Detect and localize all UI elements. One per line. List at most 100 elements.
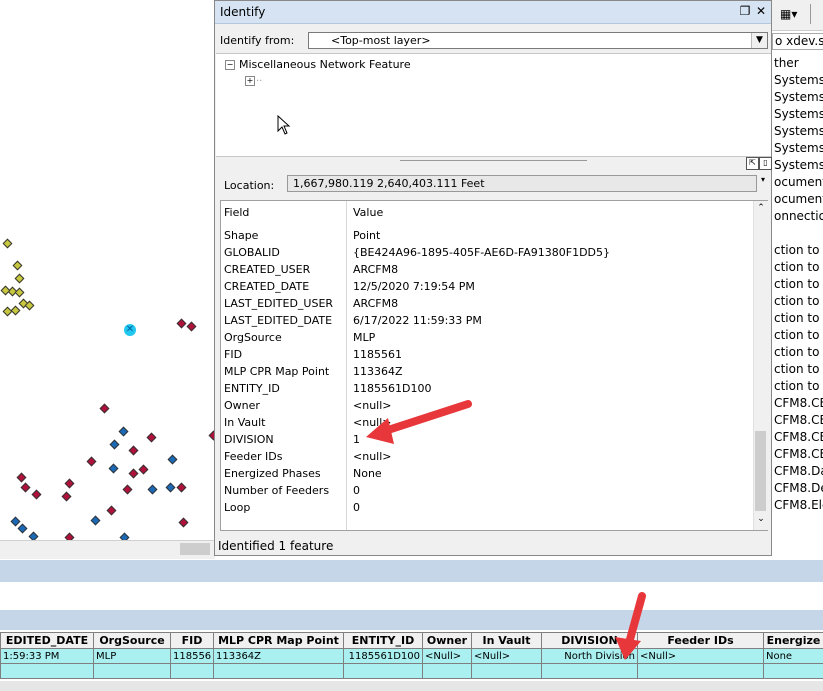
catalog-list-item[interactable]: CFM8.Dan [774, 464, 823, 478]
map-feature-marker[interactable] [165, 482, 176, 493]
table-cell[interactable]: <Null> [637, 648, 764, 664]
grid-row[interactable]: LAST_EDITED_DATE 6/17/2022 11:59:33 PM [221, 312, 751, 329]
table-cell[interactable]: North Division [541, 648, 638, 664]
grid-row[interactable]: CREATED_DATE 12/5/2020 7:19:54 PM [221, 278, 751, 295]
table-column-header[interactable]: Owner [422, 632, 472, 649]
map-feature-marker[interactable] [178, 517, 189, 528]
catalog-list-item[interactable]: CFM8.CEA [774, 447, 823, 461]
table-column-header[interactable]: EDITED_DATE [0, 632, 94, 649]
catalog-list-item[interactable]: Systems\ [774, 107, 823, 121]
split-toggle-icon[interactable]: ⇱ [746, 157, 759, 170]
catalog-list-item[interactable]: ther [774, 56, 799, 70]
table-cell[interactable]: <Null> [471, 648, 542, 664]
grid-row[interactable]: Energized Phases None [221, 465, 751, 482]
scroll-up-icon[interactable]: ⌃ [754, 203, 768, 213]
scroll-down-icon[interactable]: ⌄ [754, 514, 768, 524]
grid-scroll-thumb[interactable] [755, 431, 766, 511]
catalog-list-item[interactable]: ction to x [774, 379, 823, 393]
grid-row[interactable]: Feeder IDs <null> [221, 448, 751, 465]
map-feature-marker[interactable] [176, 482, 187, 493]
map-feature-marker[interactable] [14, 273, 25, 284]
tree-root-label[interactable]: Miscellaneous Network Feature [239, 58, 411, 71]
map-feature-marker[interactable] [146, 432, 157, 443]
grid-row[interactable]: In Vault <null> [221, 414, 751, 431]
map-feature-marker[interactable] [64, 478, 75, 489]
grid-row[interactable]: GLOBALID {BE424A96-1895-405F-AE6D-FA91380… [221, 244, 751, 261]
map-feature-marker[interactable] [20, 482, 31, 493]
map-feature-marker[interactable] [10, 516, 21, 527]
table-row[interactable]: 1:59:33 PM MLP 118556 113364Z 1185561D100 <Nu… [0, 648, 823, 664]
map-view[interactable]: ✕ [0, 0, 219, 543]
map-feature-marker[interactable] [128, 468, 139, 479]
table-column-header[interactable]: DIVISION [541, 632, 638, 649]
close-icon[interactable]: ✕ [754, 4, 768, 18]
map-feature-marker[interactable] [12, 260, 23, 271]
pane-splitter[interactable] [400, 160, 587, 161]
catalog-list-item[interactable]: ction to d [774, 294, 823, 308]
catalog-list-item[interactable]: CFM8.Elec [774, 498, 823, 512]
map-feature-marker[interactable] [17, 523, 28, 534]
catalog-list-item[interactable]: ction to d [774, 277, 823, 291]
map-feature-marker[interactable] [0, 285, 11, 296]
map-feature-marker[interactable] [109, 439, 120, 450]
chevron-down-icon[interactable]: ▼ [751, 33, 767, 48]
restore-icon[interactable]: ❐ [738, 4, 752, 18]
split-layout-icon[interactable]: ▯ [759, 157, 772, 170]
table-column-header[interactable]: In Vault [471, 632, 542, 649]
catalog-list-item[interactable]: ocumentat [774, 175, 823, 189]
catalog-list-item[interactable]: Systems\ [774, 90, 823, 104]
expand-icon[interactable]: + [245, 76, 255, 86]
grid-row[interactable]: CREATED_USER ARCFM8 [221, 261, 751, 278]
grid-row[interactable]: Shape Point [221, 227, 751, 244]
map-feature-marker[interactable] [106, 505, 117, 516]
map-feature-marker[interactable] [86, 456, 97, 467]
map-feature-marker[interactable] [90, 515, 101, 526]
grid-row[interactable]: Owner <null> [221, 397, 751, 414]
map-feature-marker[interactable] [16, 472, 27, 483]
grid-row[interactable]: DIVISION 1 [221, 431, 751, 448]
map-feature-marker[interactable] [118, 426, 129, 437]
grid-row[interactable]: ENTITY_ID 1185561D100 [221, 380, 751, 397]
catalog-list-item[interactable]: Systems\ [774, 141, 823, 155]
table-column-header[interactable]: OrgSource [93, 632, 171, 649]
map-feature-marker[interactable] [14, 287, 25, 298]
table-column-header[interactable]: Energize [763, 632, 823, 649]
catalog-list-item[interactable]: onnection [774, 209, 823, 223]
map-feature-marker[interactable] [61, 491, 72, 502]
location-menu-icon[interactable]: ▾ [761, 175, 765, 184]
catalog-list-item[interactable]: CFM8.CEA [774, 413, 823, 427]
map-feature-marker[interactable] [147, 484, 158, 495]
map-feature-marker[interactable] [108, 463, 119, 474]
table-cell[interactable]: 1185561D100 [343, 648, 423, 664]
map-feature-marker[interactable] [10, 305, 21, 316]
grid-row[interactable]: Number of Feeders 0 [221, 482, 751, 499]
table-column-header[interactable]: ENTITY_ID [343, 632, 423, 649]
grid-row[interactable]: OrgSource MLP [221, 329, 751, 346]
attribute-grid[interactable]: Field Value Shape Point GLOBALID {BE424A96-… [220, 200, 768, 531]
map-feature-marker[interactable] [167, 454, 178, 465]
grid-row[interactable]: LAST_EDITED_USER ARCFM8 [221, 295, 751, 312]
catalog-list-item[interactable]: ction to d [774, 328, 823, 342]
map-feature-marker[interactable] [99, 403, 110, 414]
identified-feature-icon[interactable]: ✕ [124, 324, 136, 336]
catalog-list-item[interactable]: ction to d [774, 260, 823, 274]
catalog-list-item[interactable]: ocumentat [774, 192, 823, 206]
map-feature-marker[interactable] [31, 489, 42, 500]
catalog-list-item[interactable]: ction to o [774, 362, 823, 376]
table-cell[interactable]: <Null> [422, 648, 472, 664]
map-feature-marker[interactable] [186, 321, 197, 332]
table-cell[interactable]: 1:59:33 PM [0, 648, 94, 664]
grid-row[interactable]: MLP CPR Map Point 113364Z [221, 363, 751, 380]
table-cell[interactable]: 118556 [170, 648, 214, 664]
catalog-list-item[interactable]: CFM8.Des [774, 481, 823, 495]
map-feature-marker[interactable] [138, 464, 149, 475]
catalog-list-item[interactable]: ction to d [774, 311, 823, 325]
collapse-icon[interactable]: − [225, 60, 235, 70]
catalog-list-item[interactable]: ction to a [774, 243, 823, 257]
catalog-list-item[interactable]: CFM8.CEA [774, 396, 823, 410]
identify-from-dropdown[interactable]: <Top-most layer> ▼ [308, 32, 768, 49]
identify-titlebar[interactable]: Identify ❐ ✕ [215, 1, 771, 24]
map-scroll-thumb[interactable] [180, 543, 210, 555]
table-cell[interactable]: MLP [93, 648, 171, 664]
attribute-table[interactable]: EDITED_DATE OrgSource FID MLP CPR Map Point… [0, 632, 823, 679]
